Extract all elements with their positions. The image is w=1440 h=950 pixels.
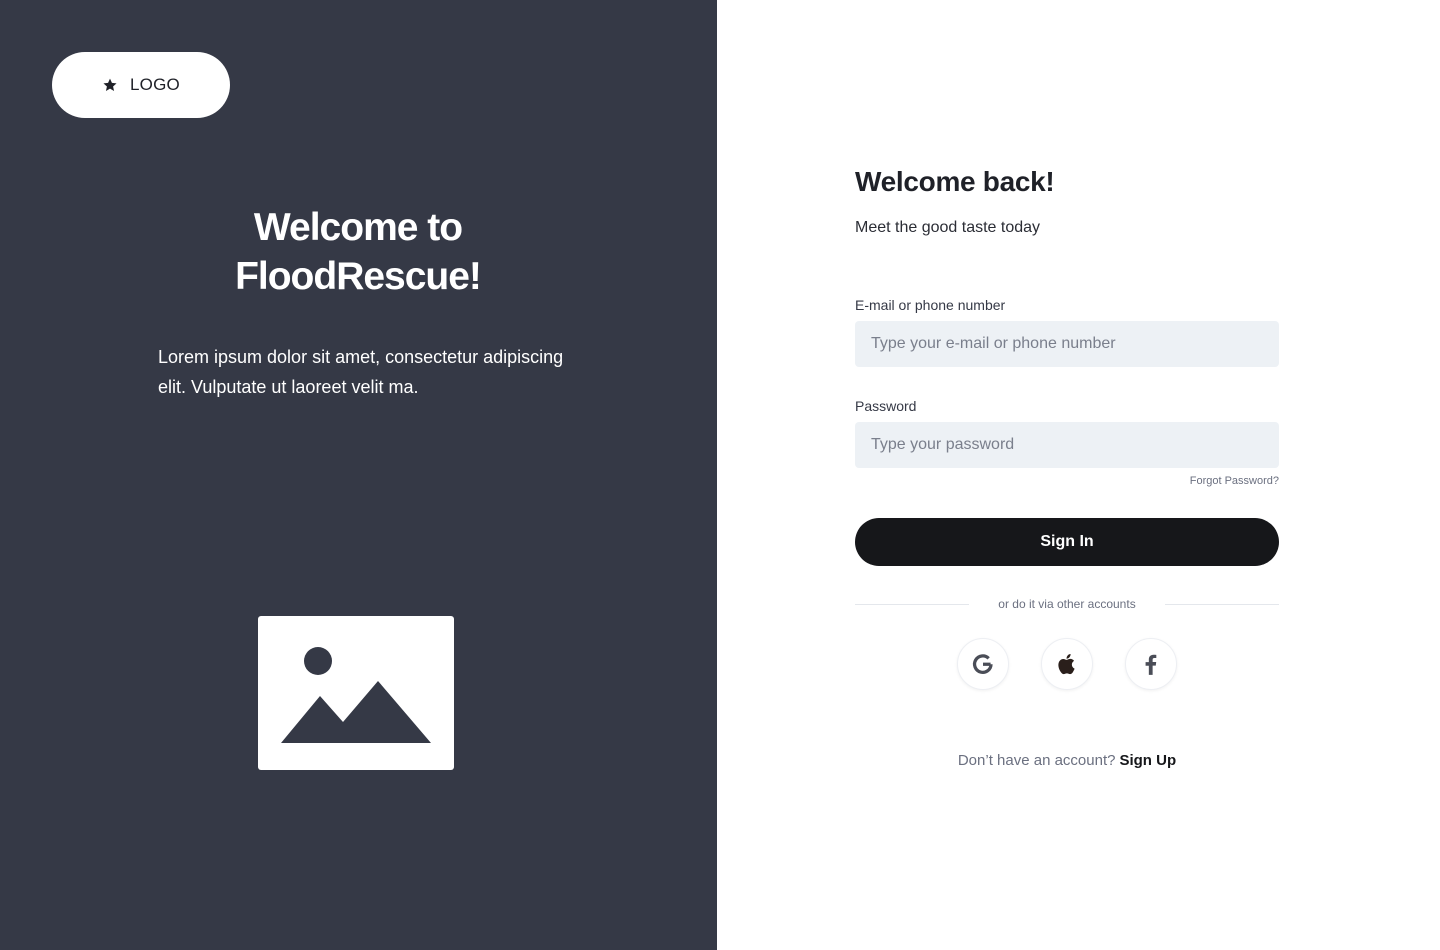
hero-image xyxy=(258,616,454,770)
hero-description: Lorem ipsum dolor sit amet, consectetur … xyxy=(158,347,564,397)
apple-login-button[interactable] xyxy=(1041,638,1093,690)
image-placeholder-icon xyxy=(281,647,431,743)
form-subtitle: Meet the good taste today xyxy=(855,219,1041,236)
apple-icon xyxy=(1058,654,1075,675)
forgot-password-link[interactable]: Forgot Password? xyxy=(1190,475,1279,487)
divider-line-right xyxy=(1165,604,1279,605)
google-icon xyxy=(972,654,993,674)
hero-title: Welcome to FloodRescue! xyxy=(235,206,482,298)
signin-form: Welcome back! Meet the good taste today … xyxy=(855,0,1279,950)
signup-link[interactable]: Sign Up xyxy=(1119,752,1176,769)
email-label: E-mail or phone number xyxy=(855,297,1006,313)
signup-row: Don’t have an account? Sign Up xyxy=(855,752,1279,769)
google-login-button[interactable] xyxy=(957,638,1009,690)
signup-question: Don’t have an account? xyxy=(957,752,1116,769)
signin-button[interactable]: Sign In xyxy=(855,518,1279,566)
logo-button[interactable]: LOGO xyxy=(52,52,230,118)
logo-label: LOGO xyxy=(130,75,180,94)
left-panel: LOGO Welcome to FloodRescue! Lorem ipsum… xyxy=(0,0,717,950)
facebook-login-button[interactable] xyxy=(1125,638,1177,690)
password-field[interactable] xyxy=(855,422,1279,468)
password-label: Password xyxy=(855,398,917,414)
facebook-icon xyxy=(1145,654,1157,675)
form-title: Welcome back! xyxy=(855,166,1055,197)
email-field[interactable] xyxy=(855,321,1279,367)
star-icon xyxy=(103,78,117,91)
divider: or do it via other accounts xyxy=(855,596,1279,614)
